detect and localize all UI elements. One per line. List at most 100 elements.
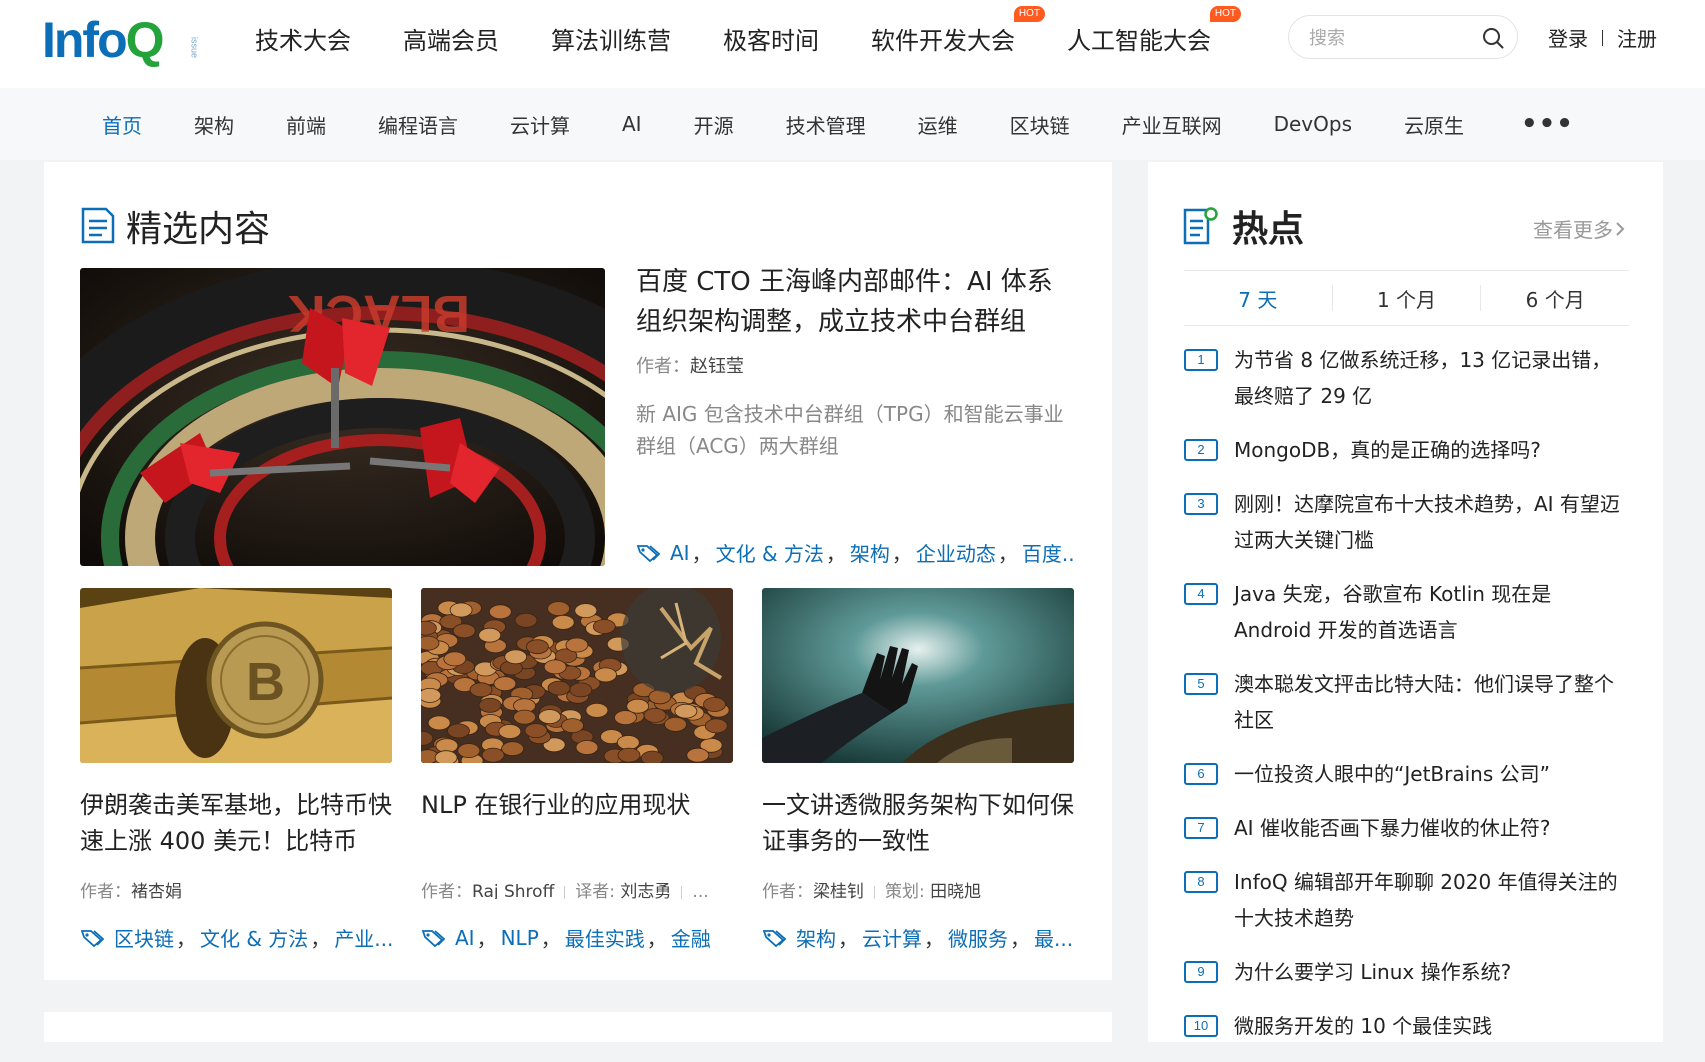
card-meta: 作者：Raj Shroff 译者: 刘志勇... — [421, 877, 733, 899]
category-item[interactable]: 运维 — [918, 110, 958, 139]
tag-link[interactable]: 区块链 — [114, 923, 174, 952]
category-item[interactable]: 云计算 — [510, 110, 570, 139]
tag-separator: ， — [924, 927, 944, 951]
rank-badge: 3 — [1184, 493, 1218, 515]
card-title[interactable]: NLP 在银行业的应用现状 — [421, 787, 733, 859]
author-label: 作者： — [636, 356, 690, 377]
tag-link[interactable]: 金融 — [671, 923, 711, 952]
hot-item-title[interactable]: 为什么要学习 Linux 操作系统? — [1234, 954, 1629, 990]
hot-list: 1 为节省 8 亿做系统迁移，13 亿记录出错，最终赔了 29 亿 2 MongoDB… — [1184, 342, 1629, 1062]
category-item[interactable]: 区块链 — [1010, 110, 1070, 139]
top-nav-item[interactable]: 极客时间 — [723, 21, 819, 56]
hot-item-title[interactable]: 一位投资人眼中的“JetBrains 公司” — [1234, 756, 1629, 792]
article-card: 一文讲透微服务架构下如何保证事务的一致性 作者：梁桂钊 策划: 田晓旭 架构，云计… — [762, 588, 1074, 952]
hot-item-title[interactable]: MongoDB，真的是正确的选择吗? — [1234, 432, 1629, 468]
register-link[interactable]: 注册 — [1617, 23, 1657, 52]
tag-link[interactable]: 微服务 — [948, 923, 1008, 952]
hero-description: 新 AIG 包含技术中台群组（TPG）和智能云事业群组（ACG）两大群组 — [636, 402, 1064, 458]
auth-divider — [1602, 29, 1603, 46]
tag-separator: ， — [838, 927, 858, 951]
author-name[interactable]: 梁桂钊 — [813, 882, 864, 899]
card-image[interactable] — [762, 588, 1074, 763]
meta-ellipsis: ... — [692, 882, 709, 899]
hot-item-title[interactable]: 刚刚！达摩院宣布十大技术趋势，AI 有望迈过两大关键门槛 — [1234, 486, 1629, 558]
hero-image[interactable]: BLACK — [80, 268, 605, 566]
search-input[interactable] — [1307, 24, 1471, 52]
tag-link[interactable]: 文化 & 方法 — [200, 923, 308, 952]
tag-link[interactable]: 架构 — [796, 923, 836, 952]
hot-list-item[interactable]: 7 AI 催收能否画下暴力催收的休止符? — [1184, 810, 1629, 846]
author-name[interactable]: 赵钰莹 — [690, 356, 744, 377]
planner-name[interactable]: 田晓旭 — [930, 882, 981, 899]
category-item[interactable]: 产业互联网 — [1122, 110, 1222, 139]
bitcoin-gold-illustration: B — [80, 588, 392, 763]
hot-item-title[interactable]: 为节省 8 亿做系统迁移，13 亿记录出错，最终赔了 29 亿 — [1234, 342, 1629, 414]
card-meta: 作者：梁桂钊 策划: 田晓旭 — [762, 877, 1074, 899]
hot-tab[interactable]: 1 个月 — [1333, 284, 1481, 313]
tag-link[interactable]: AI — [670, 541, 690, 565]
hot-list-item[interactable]: 10 微服务开发的 10 个最佳实践 — [1184, 1008, 1629, 1044]
tag-link[interactable]: NLP — [501, 926, 539, 950]
translator-name[interactable]: 刘志勇 — [620, 882, 671, 899]
hot-item-title[interactable]: AI 催收能否画下暴力催收的休止符? — [1234, 810, 1629, 846]
category-item[interactable]: 前端 — [286, 110, 326, 139]
meta-divider — [874, 885, 875, 899]
hot-list-item[interactable]: 2 MongoDB，真的是正确的选择吗? — [1184, 432, 1629, 468]
infoq-logo[interactable]: Info Qissue — [42, 10, 225, 70]
more-categories-button[interactable]: ••• — [1521, 109, 1574, 139]
hot-list-item[interactable]: 3 刚刚！达摩院宣布十大技术趋势，AI 有望迈过两大关键门槛 — [1184, 486, 1629, 558]
hot-item-title[interactable]: Java 失宠，谷歌宣布 Kotlin 现在是 Android 开发的首选语言 — [1234, 576, 1629, 648]
tag-separator: ， — [1010, 927, 1030, 951]
meta-divider — [681, 885, 683, 899]
hot-tab[interactable]: 6 个月 — [1481, 284, 1629, 313]
top-nav-item[interactable]: 软件开发大会 HOT — [871, 5, 1045, 56]
hot-list-item[interactable]: 5 澳本聪发文抨击比特大陆：他们误导了整个社区 — [1184, 666, 1629, 738]
tag-link[interactable]: 架构 — [850, 538, 890, 567]
top-nav-item[interactable]: 高端会员 — [403, 21, 499, 56]
card-title[interactable]: 伊朗袭击美军基地，比特币快速上涨 400 美元！比特币成... — [80, 787, 392, 859]
tag-link[interactable]: 最... — [1034, 923, 1073, 952]
category-item[interactable]: 技术管理 — [786, 110, 866, 139]
hot-list-item[interactable]: 4 Java 失宠，谷歌宣布 Kotlin 现在是 Android 开发的首选语言 — [1184, 576, 1629, 648]
card-image[interactable]: B — [80, 588, 392, 763]
category-item[interactable]: 架构 — [194, 110, 234, 139]
tag-separator: ， — [691, 542, 712, 566]
author-name[interactable]: 褚杏娟 — [131, 882, 182, 899]
tag-link[interactable]: 产业... — [334, 923, 392, 952]
card-image[interactable] — [421, 588, 733, 763]
meta-divider — [564, 885, 566, 899]
category-item[interactable]: 编程语言 — [378, 110, 458, 139]
hot-list-item[interactable]: 9 为什么要学习 Linux 操作系统? — [1184, 954, 1629, 990]
tag-link[interactable]: 百度... — [1022, 538, 1076, 567]
hot-tab[interactable]: 7 天 — [1184, 284, 1332, 313]
category-item[interactable]: AI — [622, 112, 642, 136]
top-nav-item[interactable]: 人工智能大会 HOT — [1067, 5, 1241, 56]
tag-link[interactable]: 最佳实践 — [565, 923, 645, 952]
tag-link[interactable]: 文化 & 方法 — [716, 538, 824, 567]
login-link[interactable]: 登录 — [1548, 23, 1588, 52]
author-name[interactable]: Raj Shroff — [472, 882, 554, 899]
tag-link[interactable]: AI — [455, 926, 475, 950]
hot-list-item[interactable]: 6 一位投资人眼中的“JetBrains 公司” — [1184, 756, 1629, 792]
coins-jar-illustration — [421, 588, 733, 763]
hot-list-item[interactable]: 1 为节省 8 亿做系统迁移，13 亿记录出错，最终赔了 29 亿 — [1184, 342, 1629, 414]
see-more-link[interactable]: 查看更多 — [1533, 214, 1627, 243]
category-item[interactable]: DevOps — [1274, 112, 1352, 136]
hot-item-title[interactable]: InfoQ 编辑部开年聊聊 2020 年值得关注的十大技术趋势 — [1234, 864, 1629, 936]
tag-link[interactable]: 云计算 — [862, 923, 922, 952]
tag-separator: ， — [891, 542, 912, 566]
hot-item-title[interactable]: 澳本聪发文抨击比特大陆：他们误导了整个社区 — [1234, 666, 1629, 738]
featured-section: 精选内容 BLACK 百度 CTO 王海峰内部邮件：AI 体系组织架构调整，成立… — [44, 162, 1112, 980]
top-nav-item[interactable]: 技术大会 — [255, 21, 351, 56]
hero-article-title[interactable]: 百度 CTO 王海峰内部邮件：AI 体系组织架构调整，成立技术中台群组 — [636, 262, 1076, 342]
category-item[interactable]: 开源 — [694, 110, 734, 139]
tag-link[interactable]: 企业动态 — [916, 538, 996, 567]
hot-item-title[interactable]: 微服务开发的 10 个最佳实践 — [1234, 1008, 1629, 1044]
top-nav-item[interactable]: 算法训练营 — [551, 21, 671, 56]
search-icon[interactable] — [1481, 26, 1505, 50]
hot-list-item[interactable]: 8 InfoQ 编辑部开年聊聊 2020 年值得关注的十大技术趋势 — [1184, 864, 1629, 936]
category-item[interactable]: 云原生 — [1404, 110, 1464, 139]
category-item[interactable]: 首页 — [102, 110, 142, 139]
top-nav-label: 算法训练营 — [551, 26, 671, 55]
card-title[interactable]: 一文讲透微服务架构下如何保证事务的一致性 — [762, 787, 1074, 859]
